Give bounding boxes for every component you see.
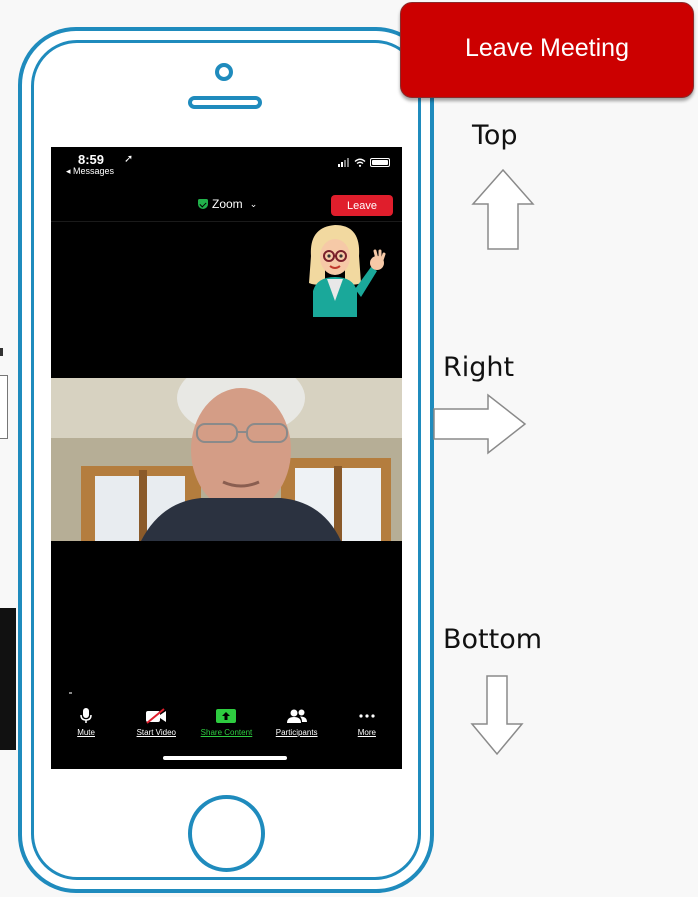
arrow-down-icon [470, 675, 524, 756]
status-bar: 8:59 ➚ ◂ Messages [51, 147, 402, 187]
earpiece-speaker-icon [188, 96, 262, 109]
arrow-right-icon [433, 393, 527, 455]
mute-label: Mute [77, 728, 95, 737]
zoom-header: Zoom ⌄ Leave [51, 191, 402, 221]
home-indicator [163, 756, 287, 760]
direction-label-right: Right [443, 352, 515, 383]
back-to-messages-link[interactable]: ◂ Messages [66, 166, 114, 177]
battery-icon [370, 157, 390, 167]
participants-label: Participants [275, 728, 318, 737]
shield-check-icon [198, 199, 208, 209]
share-content-label: Share Content [200, 728, 253, 737]
phone-screen: 8:59 ➚ ◂ Messages Zoom ⌄ Leave Mute Star… [51, 147, 402, 769]
zoom-leave-button[interactable]: Leave [331, 195, 393, 216]
adjacent-slide-fragment [0, 348, 3, 356]
direction-label-top: Top [472, 120, 518, 151]
chevron-down-icon: ⌄ [249, 198, 258, 209]
share-arrow-icon [216, 709, 237, 723]
microphone-icon [80, 708, 92, 723]
cellular-signal-icon [338, 157, 350, 167]
meeting-info-dropdown[interactable]: Zoom ⌄ [198, 197, 257, 211]
location-arrow-icon: ➚ [124, 152, 134, 165]
start-video-label: Start Video [136, 728, 176, 737]
home-button[interactable] [188, 795, 265, 872]
wifi-icon [354, 158, 366, 167]
more-button[interactable]: More [332, 704, 402, 737]
self-bitmoji-avatar [309, 225, 386, 317]
adjacent-arrow-fragment [0, 375, 8, 439]
ellipsis-icon [359, 714, 375, 718]
start-video-button[interactable]: Start Video [121, 704, 191, 737]
zoom-title: Zoom [212, 197, 243, 211]
direction-label-bottom: Bottom [443, 624, 543, 655]
scroll-indicator [69, 692, 72, 694]
share-content-button[interactable]: Share Content [191, 704, 261, 737]
leave-meeting-button[interactable]: Leave Meeting [400, 2, 694, 98]
people-icon [286, 709, 307, 723]
mute-button[interactable]: Mute [51, 704, 121, 737]
adjacent-screen-fragment [0, 608, 16, 750]
video-off-icon [146, 708, 167, 724]
participants-button[interactable]: Participants [262, 704, 332, 737]
meeting-toolbar: Mute Start Video Share Content Participa… [51, 704, 402, 744]
participant-video [51, 378, 402, 541]
slide-canvas: 8:59 ➚ ◂ Messages Zoom ⌄ Leave Mute Star… [0, 0, 698, 897]
more-label: More [357, 728, 376, 737]
arrow-up-icon [471, 168, 535, 250]
status-time: 8:59 [78, 152, 105, 167]
status-icons [338, 157, 390, 167]
front-camera-icon [215, 63, 233, 81]
